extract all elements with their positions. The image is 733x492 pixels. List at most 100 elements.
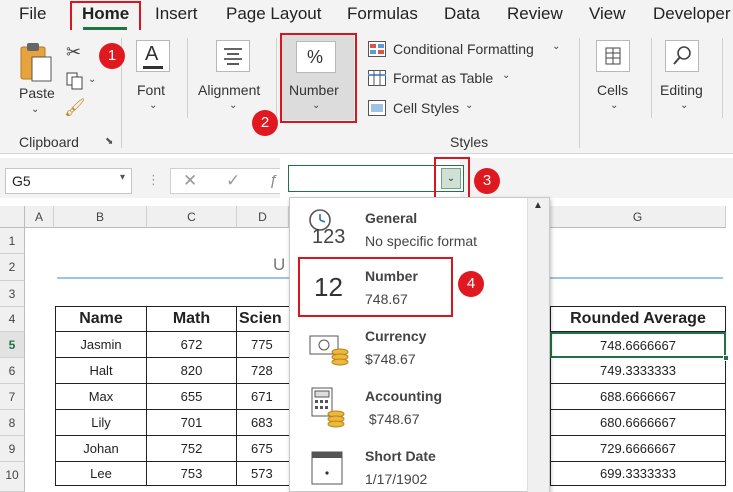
column-header[interactable]: G [550, 206, 726, 228]
tab-developer[interactable]: Developer [653, 4, 731, 24]
editing-chevron-down-icon[interactable]: ⌄ [680, 100, 688, 111]
header-cell-name[interactable]: Name [56, 307, 147, 332]
format-option-short-date[interactable]: Short Date 1/17/1902 [290, 438, 528, 491]
row-header[interactable]: 3 [0, 281, 25, 307]
editing-label[interactable]: Editing [660, 82, 703, 98]
cell-rounded-average[interactable]: 699.3333333 [550, 462, 726, 486]
alignment-label[interactable]: Alignment [198, 82, 260, 98]
format-as-table-chevron-down-icon[interactable]: ⌄ [502, 70, 510, 81]
cell-math[interactable]: 752 [147, 436, 237, 462]
cancel-icon[interactable]: ✕ [183, 171, 197, 191]
name-box[interactable]: G5 ▾ [5, 168, 132, 194]
font-label[interactable]: Font [137, 82, 165, 98]
column-header[interactable]: D [237, 206, 289, 228]
column-header[interactable]: B [54, 206, 147, 228]
cell-science[interactable]: 675 [237, 436, 289, 462]
cut-icon[interactable]: ✂ [66, 42, 81, 63]
tab-view[interactable]: View [589, 4, 626, 24]
cell-name[interactable]: Max [56, 384, 147, 410]
format-painter-icon[interactable]: 🖌 [64, 98, 86, 118]
cell-math[interactable]: 820 [147, 358, 237, 384]
alignment-chevron-down-icon[interactable]: ⌄ [229, 100, 237, 111]
row-header[interactable]: 5 [0, 332, 25, 358]
drag-handle-icon[interactable]: ⋮ [147, 172, 160, 188]
format-as-table-icon[interactable] [368, 70, 386, 86]
conditional-formatting-label[interactable]: Conditional Formatting [393, 41, 534, 57]
cell-rounded-average-selected[interactable]: 748.6666667 [550, 332, 726, 358]
name-box-value: G5 [12, 173, 31, 189]
format-option-accounting[interactable]: Accounting $748.67 [290, 378, 528, 436]
font-chevron-down-icon[interactable]: ⌄ [149, 100, 157, 111]
cell-science[interactable]: 683 [237, 410, 289, 436]
cells-label[interactable]: Cells [597, 82, 628, 98]
cell-science[interactable]: 728 [237, 358, 289, 384]
cell-name[interactable]: Halt [56, 358, 147, 384]
row-header[interactable]: 4 [0, 307, 25, 332]
tab-formulas[interactable]: Formulas [347, 4, 418, 24]
select-all-corner[interactable] [0, 206, 25, 228]
tab-page-layout[interactable]: Page Layout [226, 4, 321, 24]
alignment-icon[interactable] [216, 40, 250, 72]
cells-icon[interactable] [596, 40, 630, 72]
fill-handle[interactable] [723, 355, 729, 361]
scroll-up-arrow-icon[interactable]: ▲ [533, 200, 543, 211]
format-as-table-label[interactable]: Format as Table [393, 70, 493, 86]
copy-chevron-down-icon[interactable]: ⌄ [88, 74, 96, 85]
row-header[interactable]: 7 [0, 384, 25, 410]
tab-file[interactable]: File [19, 4, 46, 24]
paste-chevron-down-icon[interactable]: ⌄ [31, 104, 39, 115]
cell-name[interactable]: Lily [56, 410, 147, 436]
header-cell-math[interactable]: Math [147, 307, 237, 332]
tab-insert[interactable]: Insert [155, 4, 198, 24]
row-header[interactable]: 9 [0, 436, 25, 462]
cell-math[interactable]: 753 [147, 462, 237, 486]
enter-icon[interactable]: ✓ [226, 171, 240, 191]
row-header[interactable]: 2 [0, 254, 25, 281]
cell-styles-chevron-down-icon[interactable]: ⌄ [465, 100, 473, 111]
cell-name[interactable]: Johan [56, 436, 147, 462]
cell-math[interactable]: 655 [147, 384, 237, 410]
cell-name[interactable]: Jasmin [56, 332, 147, 358]
paste-icon[interactable] [19, 42, 53, 82]
dropdown-scrollbar[interactable]: ▲ [527, 198, 549, 492]
font-icon[interactable]: A [136, 40, 170, 72]
cell-science[interactable]: 775 [237, 332, 289, 358]
column-header[interactable]: C [147, 206, 237, 228]
cells-chevron-down-icon[interactable]: ⌄ [610, 100, 618, 111]
paste-label[interactable]: Paste [19, 85, 55, 101]
format-option-name: Accounting [365, 388, 442, 404]
cell-rounded-average[interactable]: 680.6666667 [550, 410, 726, 436]
row-header[interactable]: 10 [0, 462, 25, 492]
highlight-number-option [298, 257, 453, 317]
dialog-launcher-icon[interactable]: ⬊ [105, 136, 113, 147]
row-header[interactable]: 6 [0, 358, 25, 384]
chevron-down-icon[interactable]: ▾ [120, 172, 125, 183]
conditional-formatting-chevron-down-icon[interactable]: ⌄ [552, 41, 560, 52]
cell-rounded-average[interactable]: 729.6666667 [550, 436, 726, 462]
tab-review[interactable]: Review [507, 4, 563, 24]
cell-rounded-average[interactable]: 688.6666667 [550, 384, 726, 410]
cell-rounded-average[interactable]: 749.3333333 [550, 358, 726, 384]
cell-styles-label[interactable]: Cell Styles [393, 100, 459, 116]
row-header[interactable]: 8 [0, 410, 25, 436]
format-option-currency[interactable]: Currency $748.67 [290, 318, 528, 376]
cell-styles-icon[interactable] [368, 100, 386, 116]
insert-function-icon[interactable]: ƒ [269, 172, 277, 189]
format-option-general[interactable]: 123 General No specific format [290, 200, 528, 256]
conditional-formatting-icon[interactable] [368, 41, 386, 57]
cell-name[interactable]: Lee [56, 462, 147, 486]
column-header[interactable]: A [25, 206, 54, 228]
currency-icon [309, 335, 349, 366]
row-header[interactable]: 1 [0, 228, 25, 254]
header-cell-science[interactable]: Scien [237, 307, 289, 332]
step-badge: 3 [474, 168, 500, 194]
copy-icon[interactable] [66, 72, 83, 90]
cell-math[interactable]: 672 [147, 332, 237, 358]
cell-science[interactable]: 573 [237, 462, 289, 486]
search-icon[interactable] [665, 40, 699, 72]
divider [651, 38, 652, 118]
cell-science[interactable]: 671 [237, 384, 289, 410]
tab-data[interactable]: Data [444, 4, 480, 24]
cell-math[interactable]: 701 [147, 410, 237, 436]
header-cell-rounded-average[interactable]: Rounded Average [550, 307, 726, 332]
